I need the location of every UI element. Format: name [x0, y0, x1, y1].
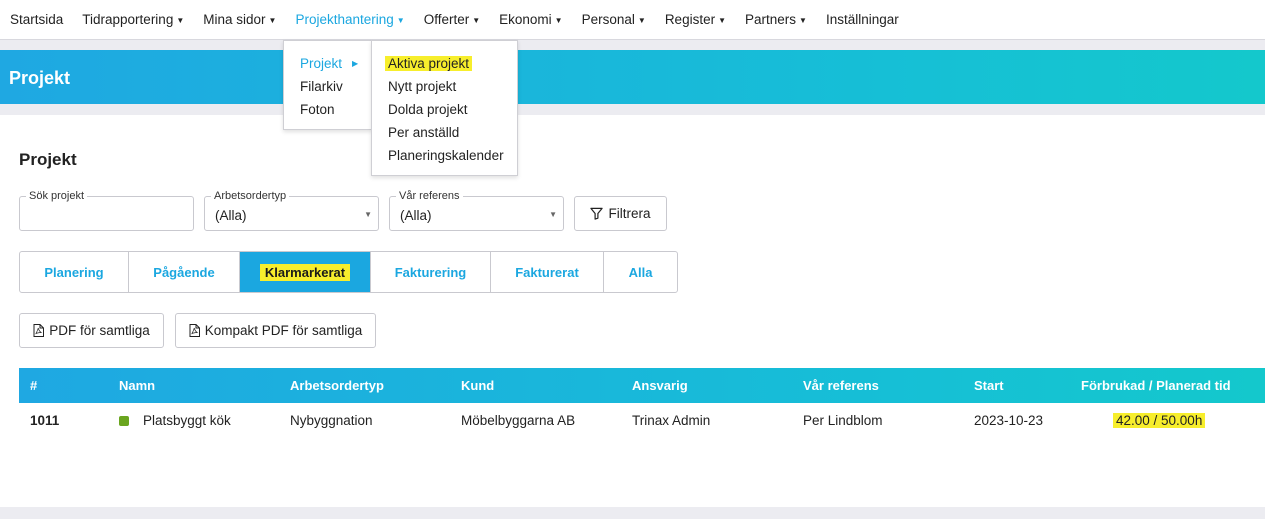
status-dot-icon — [119, 416, 129, 426]
col-customer[interactable]: Kund — [461, 378, 494, 393]
projekt-submenu: Aktiva projekt Nytt projekt Dolda projek… — [371, 40, 518, 176]
filter-button-label: Filtrera — [608, 206, 651, 221]
col-name[interactable]: Namn — [119, 378, 155, 393]
tab-planering[interactable]: Planering — [20, 252, 129, 292]
tab-pagaende[interactable]: Pågående — [129, 252, 240, 292]
page-header-title: Projekt — [9, 68, 71, 88]
section-title: Projekt — [19, 150, 77, 169]
nav-personal[interactable]: Personal ▼ — [582, 12, 646, 27]
pdf-all-button[interactable]: PDF för samtliga — [19, 313, 164, 348]
status-tabs: Planering Pågående Klarmarkerat Fakturer… — [19, 251, 678, 293]
nav-offerter[interactable]: Offerter ▼ — [424, 12, 480, 27]
nav-tidrapportering[interactable]: Tidrapportering ▼ — [82, 12, 184, 27]
projekthantering-dropdown: Projekt ▶ Filarkiv Foton — [283, 40, 372, 130]
caret-down-icon: ▼ — [799, 16, 807, 25]
top-nav: Startsida Tidrapportering ▼ Mina sidor ▼ P… — [0, 0, 1265, 40]
menu-item-dolda-projekt[interactable]: Dolda projekt — [388, 102, 468, 117]
our-reference-label: Vår referens — [396, 190, 463, 203]
col-our-reference[interactable]: Vår referens — [803, 378, 879, 393]
col-work-order-type[interactable]: Arbetsordertyp — [290, 378, 384, 393]
nav-register[interactable]: Register ▼ — [665, 12, 726, 27]
work-order-type-label: Arbetsordertyp — [211, 190, 290, 203]
compact-pdf-all-button[interactable]: Kompakt PDF för samtliga — [175, 313, 376, 348]
header-band — [0, 50, 1265, 104]
chevron-down-icon: ▼ — [549, 210, 557, 219]
nav-ekonomi[interactable]: Ekonomi ▼ — [499, 12, 562, 27]
time-highlight: 42.00 / 50.00h — [1113, 413, 1206, 428]
pdf-file-icon — [33, 324, 45, 337]
nav-startsida[interactable]: Startsida — [10, 12, 63, 27]
menu-item-aktiva-projekt[interactable]: Aktiva projekt — [385, 56, 473, 71]
cell-customer: Möbelbyggarna AB — [461, 413, 576, 428]
nav-mina-sidor[interactable]: Mina sidor ▼ — [203, 12, 276, 27]
tab-klarmarkerat[interactable]: Klarmarkerat — [240, 252, 371, 292]
caret-down-icon: ▼ — [268, 16, 277, 25]
caret-down-icon: ▼ — [718, 16, 727, 25]
col-responsible[interactable]: Ansvarig — [632, 378, 688, 393]
search-project-field[interactable]: Sök projekt — [19, 190, 194, 231]
menu-item-foton[interactable]: Foton — [300, 102, 335, 117]
table-row[interactable]: 1011 Platsbyggt kök Nybyggnation Möbelby… — [19, 403, 1265, 439]
col-start[interactable]: Start — [974, 378, 1004, 393]
col-time[interactable]: Förbrukad / Planerad tid — [1081, 378, 1231, 393]
cell-responsible: Trinax Admin — [632, 413, 711, 428]
tab-alla[interactable]: Alla — [604, 252, 677, 292]
caret-down-icon: ▼ — [176, 16, 185, 25]
main-card — [0, 115, 1265, 507]
tab-fakturering[interactable]: Fakturering — [371, 252, 491, 292]
chevron-right-icon: ▶ — [352, 59, 359, 68]
caret-down-icon: ▼ — [637, 16, 646, 25]
menu-item-planeringskalender[interactable]: Planeringskalender — [388, 148, 504, 163]
cell-our-reference: Per Lindblom — [803, 413, 883, 428]
nav-projekthantering[interactable]: Projekthantering ▼ — [295, 12, 404, 27]
tab-fakturerat[interactable]: Fakturerat — [491, 252, 604, 292]
caret-down-icon: ▼ — [396, 16, 405, 25]
nav-partners[interactable]: Partners ▼ — [745, 12, 807, 27]
caret-down-icon: ▼ — [472, 16, 481, 25]
filter-icon — [590, 207, 604, 220]
pdf-all-label: PDF för samtliga — [49, 323, 150, 338]
cell-start: 2023-10-23 — [974, 413, 1044, 428]
cell-work-order-type: Nybyggnation — [290, 413, 373, 428]
pdf-file-icon — [189, 324, 200, 337]
menu-item-per-anstalld[interactable]: Per anställd — [388, 125, 459, 140]
filter-button[interactable]: Filtrera — [574, 196, 667, 231]
col-id[interactable]: # — [30, 378, 37, 393]
cell-id: 1011 — [30, 413, 60, 428]
table-header: # Namn Arbetsordertyp Kund Ansvarig Vår … — [19, 368, 1265, 403]
our-reference-value: (Alla) — [400, 208, 432, 223]
compact-pdf-all-label: Kompakt PDF för samtliga — [204, 323, 363, 338]
search-project-label: Sök projekt — [26, 190, 88, 203]
cell-time: 42.00 / 50.00h — [1113, 413, 1206, 428]
chevron-down-icon: ▼ — [364, 210, 372, 219]
nav-installningar[interactable]: Inställningar — [826, 12, 899, 27]
cell-name[interactable]: Platsbyggt kök — [119, 413, 231, 428]
menu-item-filarkiv[interactable]: Filarkiv — [300, 79, 343, 94]
work-order-type-select[interactable]: Arbetsordertyp (Alla) ▼ — [204, 190, 379, 231]
menu-item-projekt[interactable]: Projekt — [300, 56, 342, 71]
menu-item-nytt-projekt[interactable]: Nytt projekt — [388, 79, 456, 94]
caret-down-icon: ▼ — [554, 16, 563, 25]
our-reference-select[interactable]: Vår referens (Alla) ▼ — [389, 190, 564, 231]
work-order-type-value: (Alla) — [215, 208, 247, 223]
